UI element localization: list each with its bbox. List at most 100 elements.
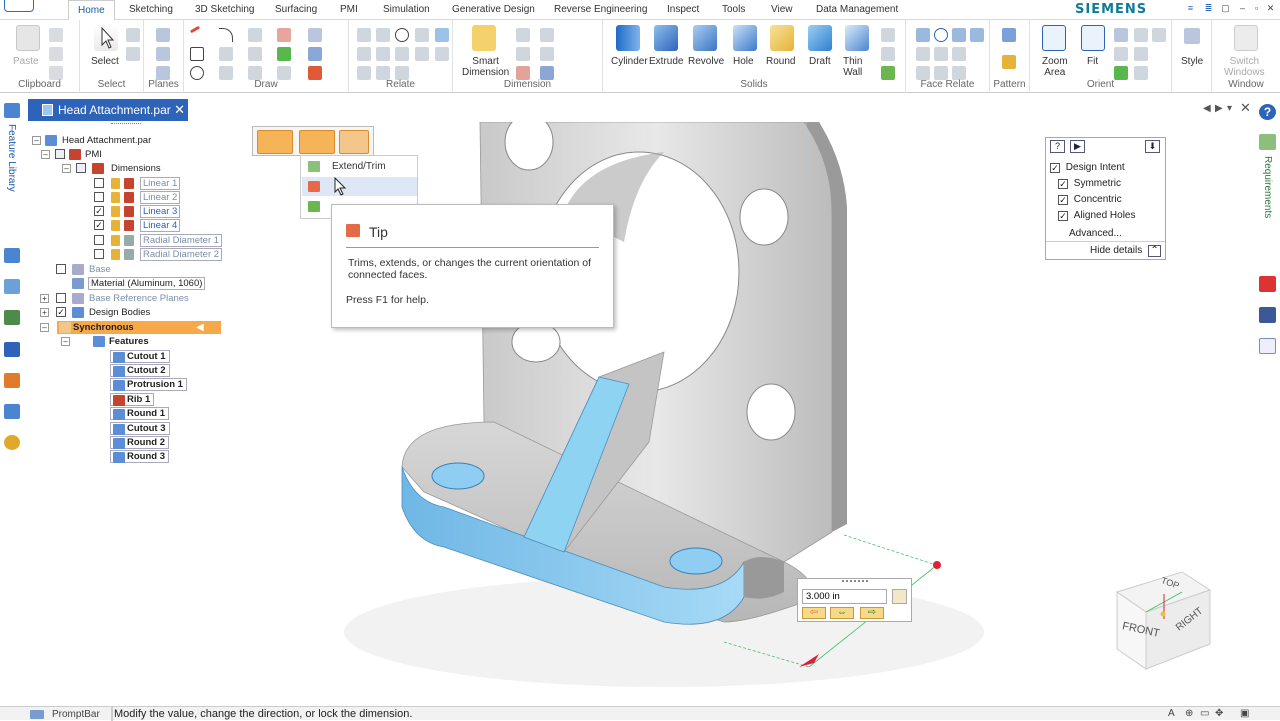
extrude-icon[interactable] (654, 25, 678, 51)
move-icon[interactable] (277, 47, 291, 61)
tree-feature-round-3[interactable]: Round 3 (110, 450, 169, 463)
face-offset-icon[interactable] (916, 66, 930, 80)
face-ground-icon[interactable] (952, 66, 966, 80)
tab-data-management[interactable]: Data Management (816, 4, 898, 15)
cut-icon[interactable] (49, 28, 63, 42)
switch-windows-icon[interactable] (1234, 25, 1258, 51)
tab-inspect[interactable]: Inspect (667, 4, 699, 15)
style-icon[interactable] (1184, 28, 1200, 44)
rectangular-pattern-icon[interactable] (1002, 28, 1016, 42)
round-icon[interactable] (770, 25, 794, 51)
feature-library-tab[interactable]: Feature Library (6, 124, 17, 192)
face-symmetric-icon[interactable] (970, 28, 984, 42)
tab-generative-design[interactable]: Generative Design (452, 4, 535, 15)
tree-design-bodies[interactable]: + ✓ Design Bodies (40, 306, 150, 319)
requirements-tab[interactable]: Requirements (1262, 156, 1273, 218)
variable-table-icon[interactable] (4, 404, 20, 419)
lock-plane-icon[interactable] (156, 66, 170, 80)
select-button[interactable]: Select (91, 56, 119, 67)
perpendicular-icon[interactable] (376, 47, 390, 61)
concentric-icon[interactable] (395, 28, 409, 42)
tree-feature-protrusion-1[interactable]: Protrusion 1 (110, 378, 187, 391)
tab-3d-sketching[interactable]: 3D Sketching (195, 4, 254, 15)
smart-dimension-button[interactable]: Smart Dimension (462, 56, 509, 78)
dimension-table-icon[interactable] (540, 66, 554, 80)
angle-between-icon[interactable] (516, 47, 530, 61)
help-document-icon[interactable]: ▢ (1220, 3, 1231, 14)
tree-feature-round-1[interactable]: Round 1 (110, 407, 169, 420)
face-parallel-icon[interactable] (916, 47, 930, 61)
direction-symmetric-icon[interactable]: ⇔ (830, 607, 854, 619)
tree-dim-linear-1[interactable]: Linear 1 (94, 177, 181, 190)
hide-details-button[interactable]: Hide details ⌃ (1090, 245, 1162, 257)
draft-icon[interactable] (808, 25, 832, 51)
rectangle-icon[interactable] (190, 47, 204, 61)
tree-feature-rib-1[interactable]: Rib 1 (110, 393, 155, 406)
select-options-icon[interactable] (126, 28, 140, 42)
rigid-set-icon[interactable] (415, 47, 429, 61)
revolve-button[interactable]: Revolve (688, 56, 724, 67)
window-layout-icon[interactable]: ≡ (1185, 3, 1196, 14)
tab-view[interactable]: View (771, 4, 793, 15)
aligned-holes-option[interactable]: ✓ Aligned Holes (1058, 210, 1136, 222)
fillet-icon[interactable] (219, 66, 233, 80)
tree-feature-cutout-3[interactable]: Cutout 3 (110, 422, 170, 435)
point-icon[interactable] (248, 66, 262, 80)
revolve-icon[interactable] (693, 25, 717, 51)
tree-dim-radial-1[interactable]: Radial Diameter 1 (94, 234, 223, 247)
design-intent-help-icon[interactable]: ? (1050, 140, 1065, 153)
project-icon[interactable] (308, 28, 322, 42)
maintain-relationships-icon[interactable] (435, 47, 449, 61)
direction-right-icon[interactable]: ⇨ (860, 607, 884, 619)
tree-synchronous[interactable]: – Synchronous ◀ (40, 321, 204, 334)
zoom-area-button[interactable]: Zoom Area (1042, 56, 1068, 78)
layers-icon[interactable] (4, 279, 20, 294)
tree-root[interactable]: – Head Attachment.par (32, 134, 151, 147)
select-filter-icon[interactable] (126, 47, 140, 61)
previous-document-icon[interactable]: ◀ (1203, 103, 1211, 114)
circle-icon[interactable] (190, 66, 204, 80)
paste-button[interactable]: Paste (13, 56, 39, 67)
tree-dim-linear-3[interactable]: ✓ Linear 3 (94, 205, 181, 218)
documents-icon[interactable]: ≣ (1203, 3, 1214, 14)
tab-pmi[interactable]: PMI (340, 4, 358, 15)
restore-icon[interactable]: ▫ (1251, 3, 1262, 14)
round-button[interactable]: Round (766, 56, 795, 67)
facebook-icon[interactable] (1259, 307, 1276, 323)
zoom-status-icon[interactable]: ⊕ (1185, 708, 1193, 719)
symmetric-diameter-icon[interactable] (540, 28, 554, 42)
tree-feature-round-2[interactable]: Round 2 (110, 436, 169, 449)
dimension-box-grip[interactable] (842, 580, 868, 582)
distance-between-icon[interactable] (516, 28, 530, 42)
format-painter-icon[interactable] (49, 66, 63, 80)
tangent-icon[interactable] (357, 66, 371, 80)
plane-icon[interactable] (156, 47, 170, 61)
close-document-icon[interactable]: ✕ (174, 102, 185, 118)
design-intent-expand-icon[interactable]: ▶ (1070, 140, 1085, 153)
close-icon[interactable]: ✕ (1265, 3, 1276, 14)
fit-icon[interactable] (1081, 25, 1105, 51)
curve-icon[interactable] (248, 28, 262, 42)
add-body-icon[interactable] (881, 28, 895, 42)
fit-status-icon[interactable]: ▭ (1200, 708, 1209, 719)
cylinder-icon[interactable] (616, 25, 640, 51)
view-orientation-icon[interactable] (1152, 28, 1166, 42)
face-aligned-icon[interactable] (934, 66, 948, 80)
coordinate-dimension-icon[interactable] (516, 66, 530, 80)
circular-pattern-icon[interactable] (1002, 55, 1016, 69)
tab-tools[interactable]: Tools (722, 4, 745, 15)
application-button[interactable] (4, 0, 34, 12)
graphics-window[interactable]: – Head Attachment.par – PMI – Dimensions… (24, 122, 1256, 706)
cylinder-button[interactable]: Cylinder (611, 56, 648, 67)
extrude-button[interactable]: Extrude (649, 56, 683, 67)
arc-icon[interactable] (219, 28, 233, 42)
tree-dim-radial-2[interactable]: Radial Diameter 2 (94, 248, 223, 261)
face-equal-icon[interactable] (952, 47, 966, 61)
design-intent-pin-icon[interactable]: ⬇ (1145, 140, 1160, 153)
pan-icon[interactable] (1114, 47, 1128, 61)
thin-wall-button[interactable]: Thin Wall (843, 56, 862, 78)
display-configurations-icon[interactable] (4, 342, 20, 357)
direction-left-icon[interactable]: ⇦ (802, 607, 826, 619)
union-icon[interactable] (881, 66, 895, 80)
select-arrow-icon[interactable] (94, 25, 118, 51)
